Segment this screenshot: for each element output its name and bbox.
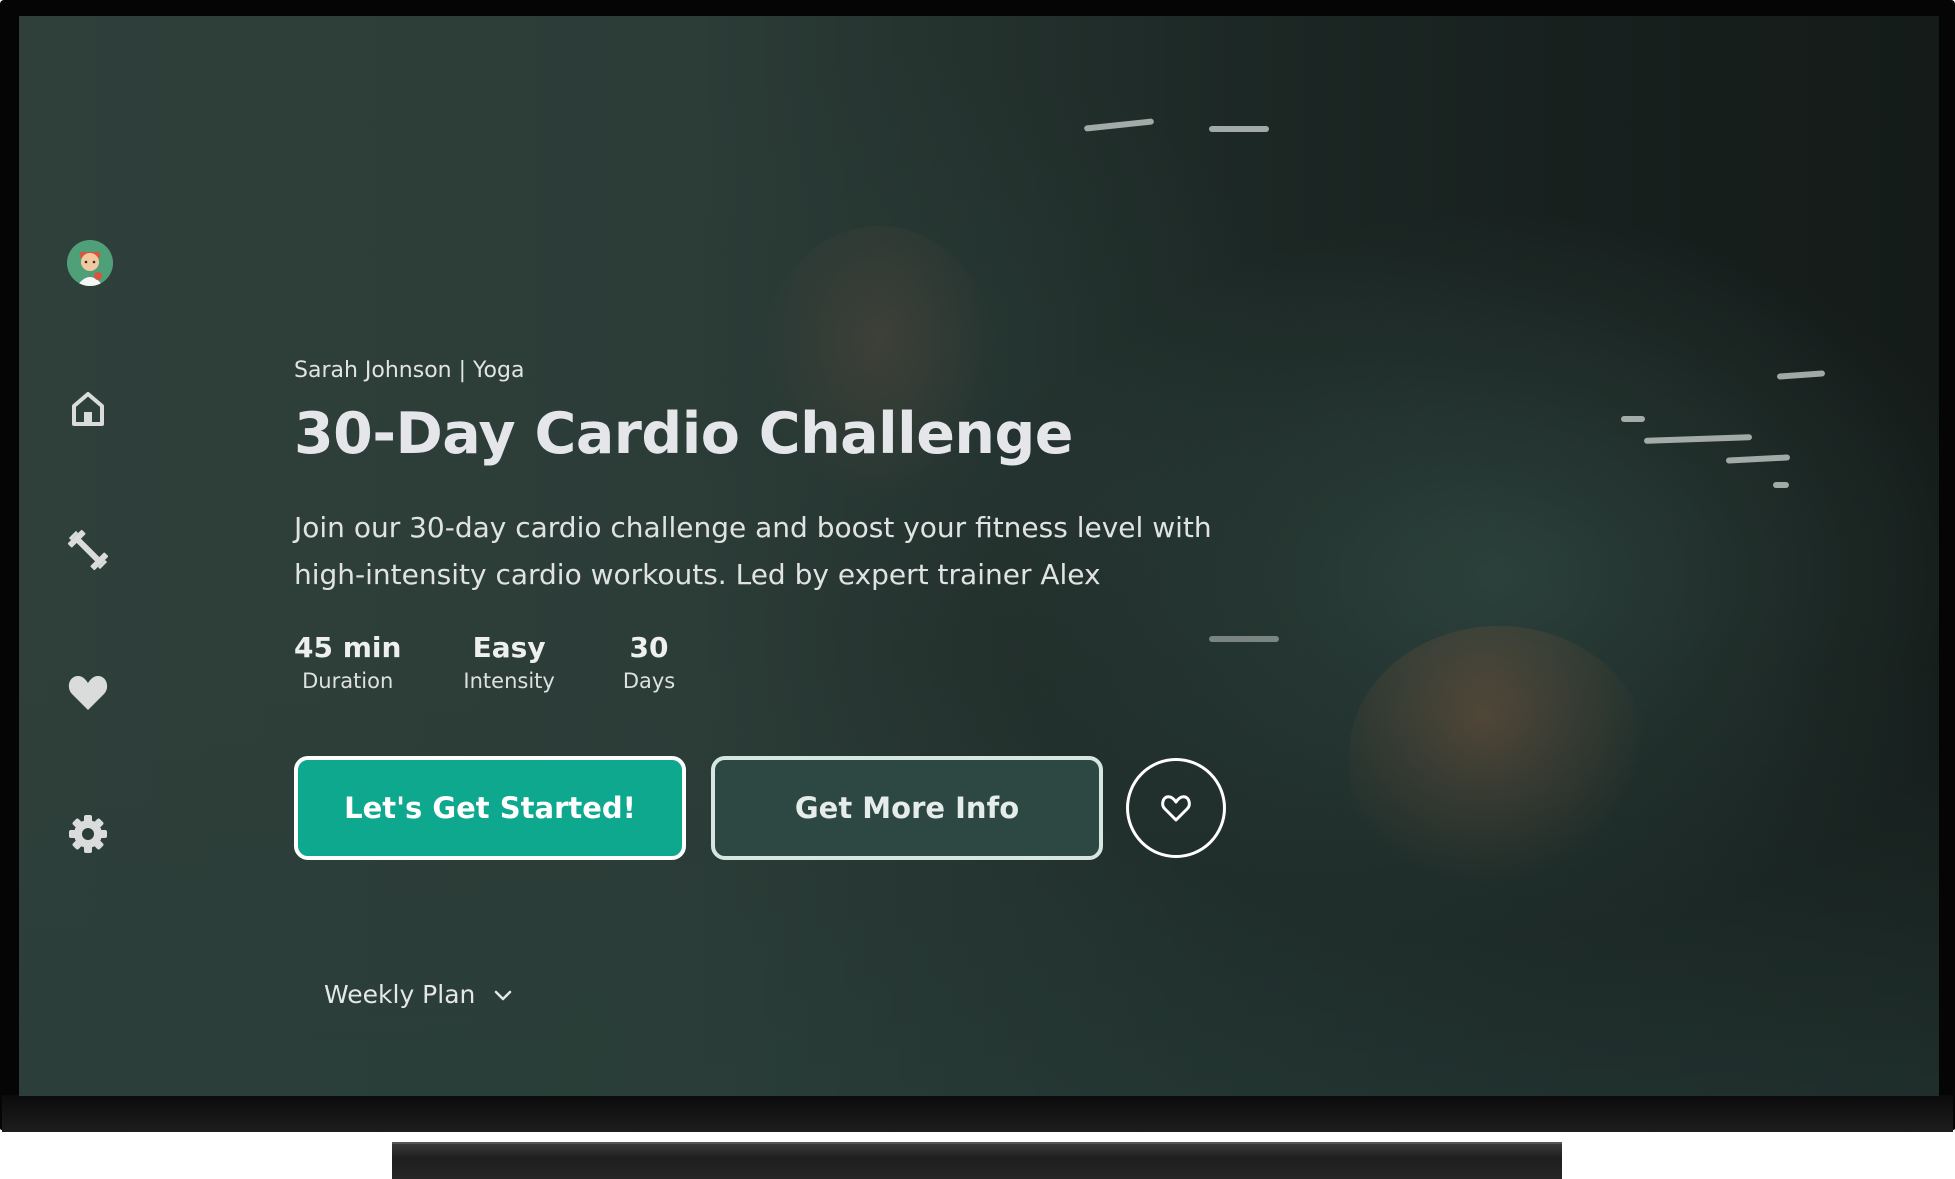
tv-screen: Sarah Johnson | Yoga 30-Day Cardio Chall… <box>19 16 1939 1096</box>
heart-icon <box>68 676 108 710</box>
hero-description: Join our 30-day cardio challenge and boo… <box>294 511 1212 591</box>
athlete-silhouette <box>1349 626 1649 886</box>
hero-title: 30-Day Cardio Challenge <box>294 401 1073 467</box>
tv-stand <box>392 1142 1562 1179</box>
stat-label: Intensity <box>463 669 555 693</box>
stat-label: Duration <box>302 669 394 693</box>
favorite-button[interactable] <box>1126 758 1226 858</box>
tv-bezel-bottom <box>2 1095 1953 1132</box>
ceiling-light <box>1621 416 1645 422</box>
ceiling-light <box>1083 118 1155 132</box>
ceiling-light <box>1725 454 1791 464</box>
chevron-down-icon <box>495 990 512 1001</box>
heart-outline-icon <box>1161 795 1191 822</box>
ceiling-light <box>1643 434 1753 444</box>
gear-icon <box>69 815 107 853</box>
hero-actions: Let's Get Started! Get More Info <box>294 756 1394 860</box>
stat-value: 45 min <box>294 631 402 664</box>
ceiling-light <box>1209 126 1269 132</box>
home-icon <box>72 392 104 426</box>
nav-home-button[interactable] <box>64 384 112 432</box>
weekly-plan-label: Weekly Plan <box>324 979 476 1009</box>
stat-label: Days <box>622 669 676 693</box>
more-info-button[interactable]: Get More Info <box>711 756 1103 860</box>
ceiling-light <box>1776 370 1826 380</box>
dumbbell-icon <box>67 529 109 571</box>
avatar-image <box>67 240 113 286</box>
hero-subtitle: Sarah Johnson | Yoga <box>294 358 525 383</box>
stat-intensity: Easy Intensity <box>463 630 554 700</box>
side-nav <box>19 16 169 1096</box>
ceiling-light <box>1773 482 1789 488</box>
get-started-button[interactable]: Let's Get Started! <box>294 756 686 860</box>
nav-workouts-button[interactable] <box>64 526 112 574</box>
nav-favorites-button[interactable] <box>64 668 112 716</box>
tv-device: Sarah Johnson | Yoga 30-Day Cardio Chall… <box>0 0 1955 1179</box>
stats-row: 45 min Duration Easy Intensity 30 Days <box>294 630 1394 700</box>
stat-value: Easy <box>472 631 546 664</box>
avatar[interactable] <box>67 240 113 286</box>
stat-duration: 45 min Duration <box>294 630 401 700</box>
nav-settings-button[interactable] <box>64 810 112 858</box>
weekly-plan-dropdown[interactable]: Weekly Plan <box>324 974 513 1014</box>
hero-content: Sarah Johnson | Yoga 30-Day Cardio Chall… <box>294 356 1394 860</box>
stat-value: 30 <box>629 631 669 664</box>
stat-days: 30 Days <box>623 630 675 700</box>
